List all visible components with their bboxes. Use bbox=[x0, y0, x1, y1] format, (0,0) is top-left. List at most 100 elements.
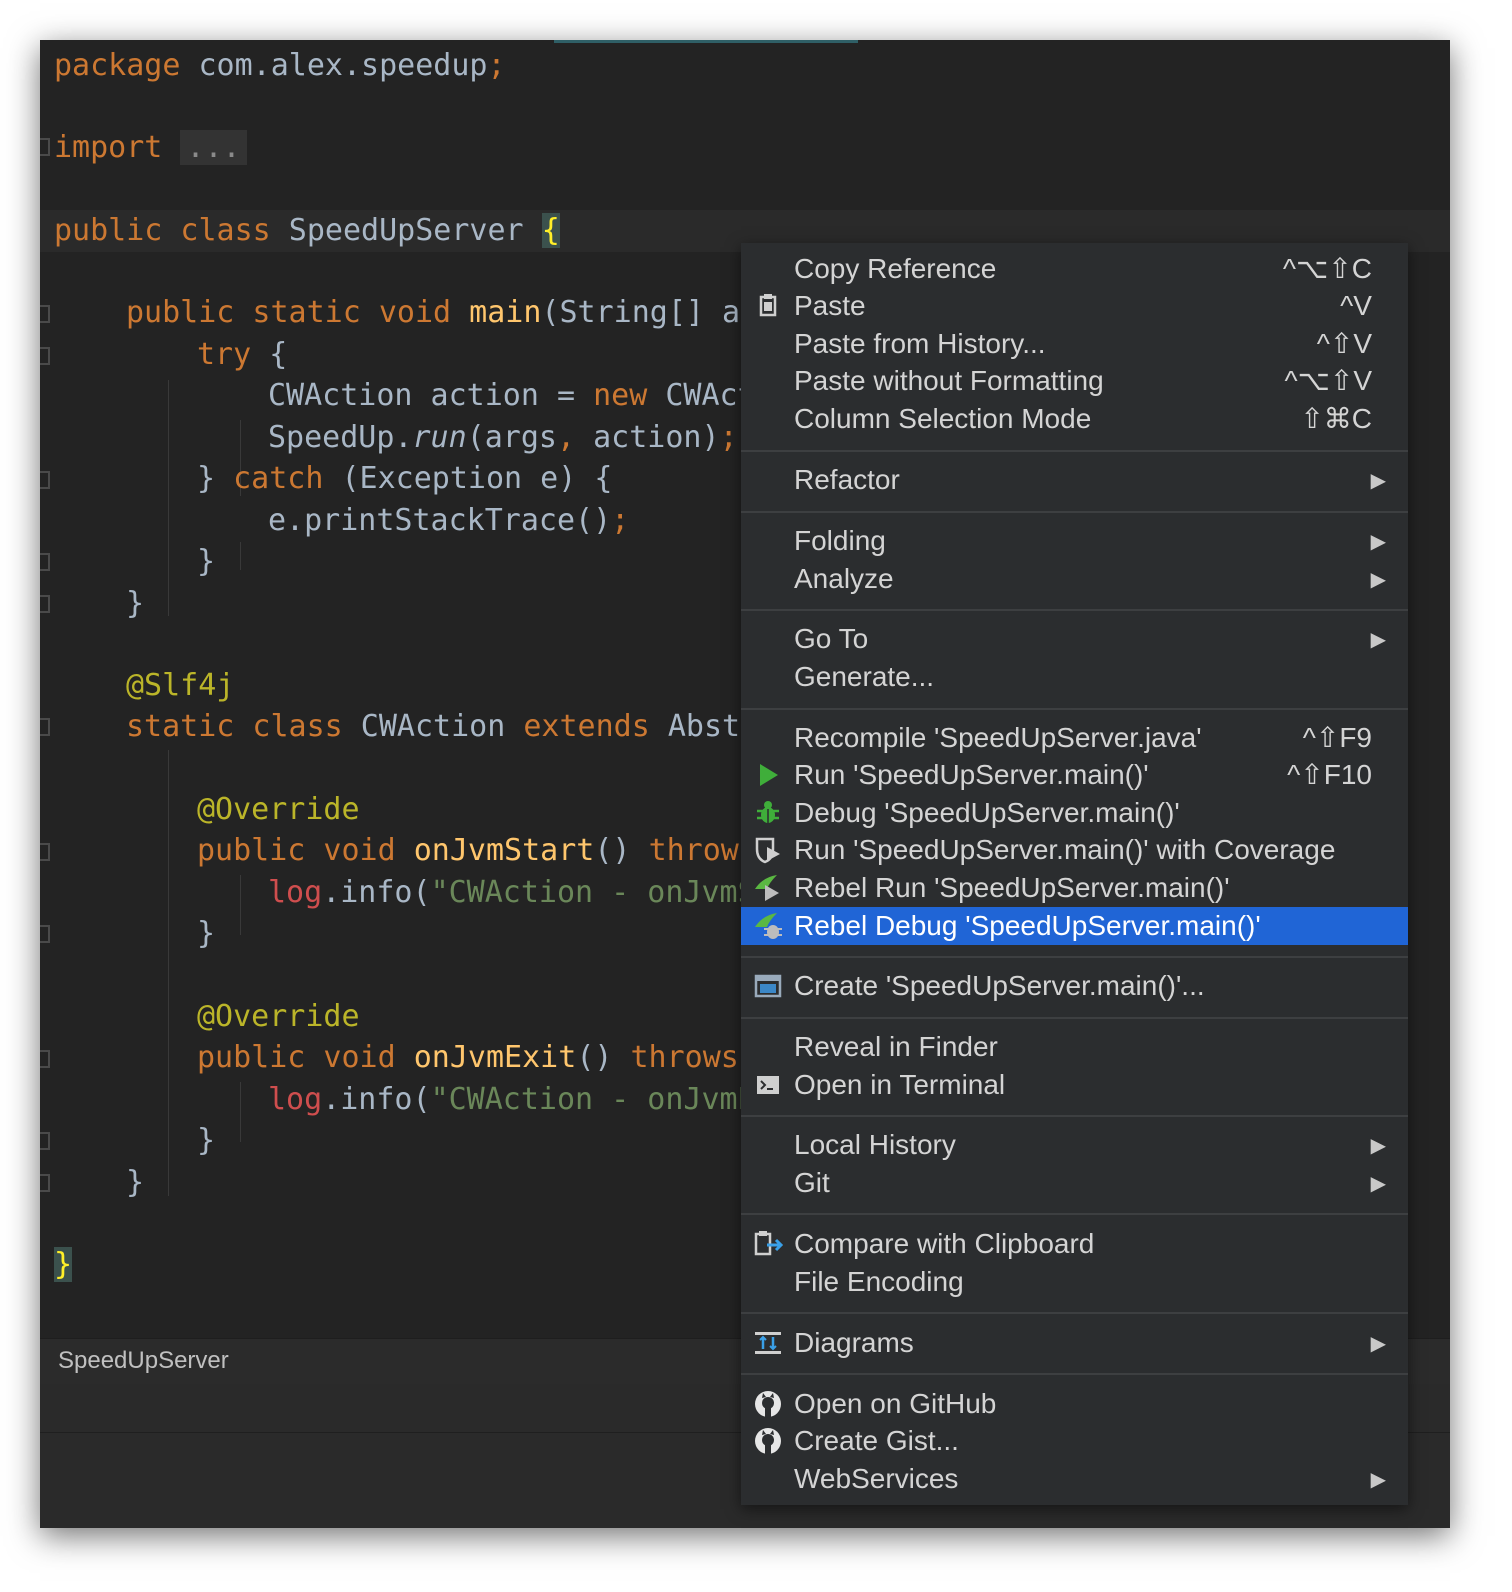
menu-item-local-history[interactable]: Local History ▶ bbox=[741, 1126, 1408, 1164]
submenu-arrow-icon: ▶ bbox=[1370, 1333, 1386, 1355]
menu-item-label: Debug 'SpeedUpServer.main()' bbox=[794, 797, 1180, 828]
fold-marker-icon[interactable] bbox=[40, 471, 50, 489]
menu-separator bbox=[741, 956, 1408, 958]
menu-item-refactor[interactable]: Refactor ▶ bbox=[741, 461, 1408, 499]
menu-item-label: Open in Terminal bbox=[794, 1069, 1006, 1100]
fold-marker-icon[interactable] bbox=[40, 1174, 50, 1192]
menu-item-label: WebServices bbox=[794, 1463, 959, 1494]
menu-item-open-on-github[interactable]: Open on GitHub bbox=[741, 1385, 1408, 1423]
code-line-import: import ... bbox=[54, 127, 247, 169]
menu-item-column-selection-mode[interactable]: Column Selection Mode ⇧⌘C bbox=[741, 400, 1408, 438]
submenu-arrow-icon: ▶ bbox=[1370, 531, 1386, 553]
menu-item-file-encoding[interactable]: File Encoding bbox=[741, 1263, 1408, 1301]
submenu-arrow-icon: ▶ bbox=[1370, 1135, 1386, 1157]
menu-item-diagrams[interactable]: Diagrams ▶ bbox=[741, 1324, 1408, 1362]
menu-item-create-gist[interactable]: Create Gist... bbox=[741, 1422, 1408, 1460]
menu-item-rebel-run[interactable]: Rebel Run 'SpeedUpServer.main()' bbox=[741, 869, 1408, 907]
menu-separator bbox=[741, 1213, 1408, 1215]
submenu-arrow-icon: ▶ bbox=[1370, 629, 1386, 651]
menu-item-run-with-coverage[interactable]: Run 'SpeedUpServer.main()' with Coverage bbox=[741, 831, 1408, 869]
menu-item-label: Create Gist... bbox=[794, 1425, 959, 1456]
run-icon bbox=[753, 760, 783, 790]
menu-separator bbox=[741, 1373, 1408, 1375]
code-line-catch: } catch (Exception e) { bbox=[197, 461, 613, 496]
menu-item-shortcut: ^⌥⇧C bbox=[1282, 253, 1372, 284]
menu-separator bbox=[741, 450, 1408, 452]
menu-item-label: Analyze bbox=[794, 563, 894, 594]
code-line-static-class: static class CWAction extends Abstr bbox=[126, 709, 759, 744]
terminal-icon bbox=[753, 1070, 783, 1100]
menu-item-shortcut: ^⇧F10 bbox=[1287, 759, 1372, 790]
code-line-override: @Override bbox=[197, 792, 360, 827]
fold-marker-icon[interactable] bbox=[40, 138, 50, 156]
menu-item-compare-with-clipboard[interactable]: Compare with Clipboard bbox=[741, 1225, 1408, 1263]
menu-item-label: Copy Reference bbox=[794, 253, 997, 284]
menu-separator bbox=[741, 609, 1408, 611]
indent-guide bbox=[240, 875, 241, 935]
menu-item-folding[interactable]: Folding ▶ bbox=[741, 522, 1408, 560]
code-line-close: } bbox=[197, 916, 216, 951]
fold-marker-icon[interactable] bbox=[40, 305, 50, 323]
code-line-log-start: log.info("CWAction - onJvmS bbox=[268, 875, 756, 910]
menu-item-recompile[interactable]: Recompile 'SpeedUpServer.java' ^⇧F9 bbox=[741, 719, 1408, 757]
github-icon bbox=[753, 1389, 783, 1419]
menu-item-label: Refactor bbox=[794, 464, 900, 495]
menu-item-create-run-config[interactable]: Create 'SpeedUpServer.main()'... bbox=[741, 967, 1408, 1005]
menu-item-shortcut: ^⌥⇧V bbox=[1284, 365, 1372, 396]
menu-item-copy-reference[interactable]: Copy Reference ^⌥⇧C bbox=[741, 250, 1408, 288]
menu-item-label: Rebel Run 'SpeedUpServer.main()' bbox=[794, 872, 1230, 903]
menu-item-generate[interactable]: Generate... bbox=[741, 658, 1408, 696]
fold-marker-icon[interactable] bbox=[40, 553, 50, 571]
submenu-arrow-icon: ▶ bbox=[1370, 569, 1386, 591]
fold-marker-icon[interactable] bbox=[40, 718, 50, 736]
import-fold-placeholder[interactable]: ... bbox=[180, 130, 247, 165]
code-line-printstacktrace: e.printStackTrace(); bbox=[268, 503, 630, 538]
fold-marker-icon[interactable] bbox=[40, 1050, 50, 1068]
code-line-log-exit: log.info("CWAction - onJvmE bbox=[268, 1082, 756, 1117]
code-line-close: } bbox=[126, 586, 145, 621]
menu-item-reveal-in-finder[interactable]: Reveal in Finder bbox=[741, 1028, 1408, 1066]
diagram-icon bbox=[753, 1328, 783, 1358]
indent-guide bbox=[240, 542, 241, 570]
context-menu: Copy Reference ^⌥⇧C Paste ^V Paste from … bbox=[741, 243, 1408, 1505]
menu-item-shortcut: ^V bbox=[1340, 290, 1372, 321]
fold-marker-icon[interactable] bbox=[40, 595, 50, 613]
menu-item-label: Create 'SpeedUpServer.main()'... bbox=[794, 970, 1205, 1001]
menu-item-open-in-terminal[interactable]: Open in Terminal bbox=[741, 1066, 1408, 1104]
menu-item-debug[interactable]: Debug 'SpeedUpServer.main()' bbox=[741, 794, 1408, 832]
menu-item-webservices[interactable]: WebServices ▶ bbox=[741, 1460, 1408, 1498]
menu-item-label: Folding bbox=[794, 525, 886, 556]
menu-item-go-to[interactable]: Go To ▶ bbox=[741, 620, 1408, 658]
menu-item-run[interactable]: Run 'SpeedUpServer.main()' ^⇧F10 bbox=[741, 756, 1408, 794]
code-line-onjvmexit: public void onJvmExit() throws bbox=[197, 1040, 739, 1075]
matched-brace: } bbox=[54, 1247, 73, 1282]
run-config-icon bbox=[753, 971, 783, 1001]
code-line-cwaction-new: CWAction action = new CWAct bbox=[268, 378, 756, 413]
breadcrumb-item[interactable]: SpeedUpServer bbox=[58, 1347, 229, 1375]
menu-item-paste[interactable]: Paste ^V bbox=[741, 287, 1408, 325]
indent-guide bbox=[240, 1082, 241, 1142]
fold-marker-icon[interactable] bbox=[40, 925, 50, 943]
menu-item-paste-without-formatting[interactable]: Paste without Formatting ^⌥⇧V bbox=[741, 362, 1408, 400]
menu-separator bbox=[741, 708, 1408, 710]
menu-item-paste-from-history[interactable]: Paste from History... ^⇧V bbox=[741, 325, 1408, 363]
matched-brace: { bbox=[541, 213, 560, 248]
code-line-override: @Override bbox=[197, 999, 360, 1034]
menu-item-label: Rebel Debug 'SpeedUpServer.main()' bbox=[794, 910, 1261, 941]
fold-marker-icon[interactable] bbox=[40, 347, 50, 365]
menu-item-git[interactable]: Git ▶ bbox=[741, 1164, 1408, 1202]
menu-item-shortcut: ^⇧F9 bbox=[1302, 722, 1372, 753]
coverage-icon bbox=[753, 835, 783, 865]
menu-item-rebel-debug[interactable]: Rebel Debug 'SpeedUpServer.main()' bbox=[741, 907, 1408, 945]
menu-item-label: Run 'SpeedUpServer.main()' with Coverage bbox=[794, 834, 1336, 865]
menu-item-label: Git bbox=[794, 1167, 830, 1198]
menu-item-analyze[interactable]: Analyze ▶ bbox=[741, 560, 1408, 598]
fold-marker-icon[interactable] bbox=[40, 1132, 50, 1150]
code-line-class-decl: public class SpeedUpServer { bbox=[54, 213, 560, 248]
menu-item-shortcut: ⇧⌘C bbox=[1300, 403, 1372, 434]
code-line-package: package com.alex.speedup; bbox=[54, 48, 506, 83]
menu-separator bbox=[741, 1312, 1408, 1314]
menu-separator bbox=[741, 511, 1408, 513]
menu-item-label: Go To bbox=[794, 623, 869, 654]
fold-marker-icon[interactable] bbox=[40, 843, 50, 861]
